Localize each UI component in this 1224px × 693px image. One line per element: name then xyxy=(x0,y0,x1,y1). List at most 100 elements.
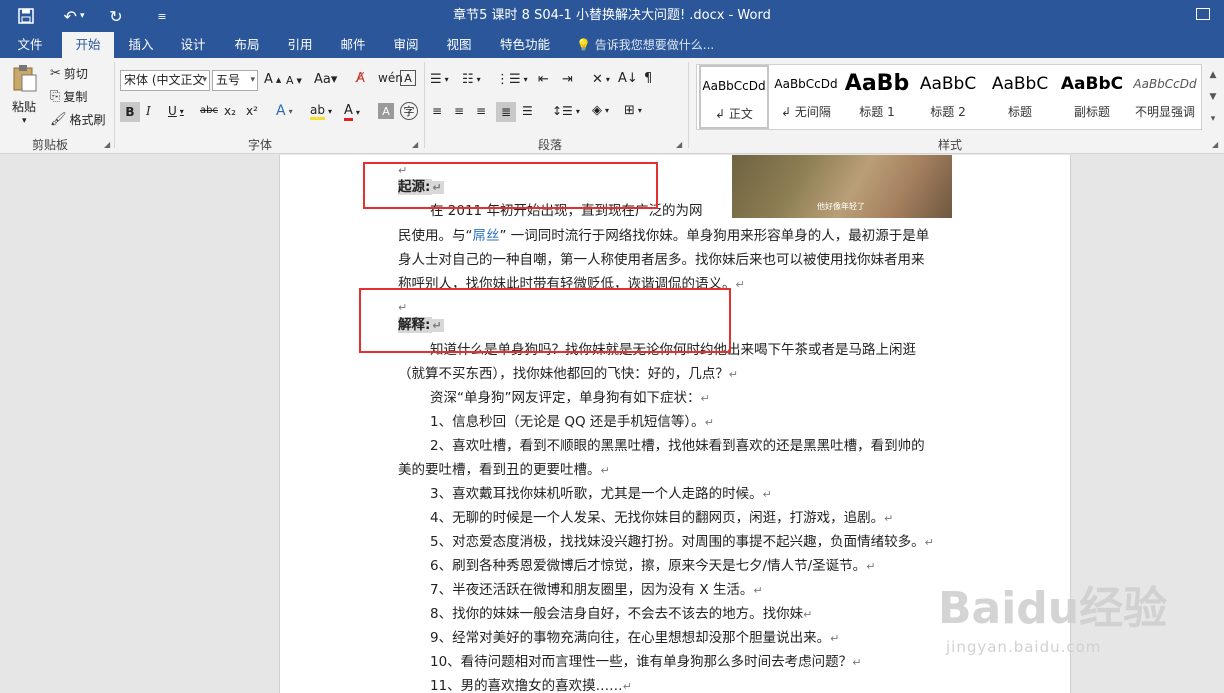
highlight-box-explain xyxy=(359,288,731,353)
decrease-indent-icon[interactable]: ⇤ xyxy=(538,72,549,87)
list-item: 11、男的喜欢撸女的喜欢摸……↵ xyxy=(430,678,632,693)
style-sample: AaBbCcDd xyxy=(1133,77,1197,91)
chevron-down-icon[interactable]: ▼ xyxy=(1206,86,1220,108)
title-bar: ↶ ▾ ↻ ≡ 章节5 课时 8 S04-1 小替换解决大问题! .docx - … xyxy=(0,0,1224,32)
align-left-icon[interactable]: ≡ xyxy=(432,104,442,118)
underline-icon[interactable]: U ▾ xyxy=(168,104,184,118)
paste-dropdown-icon[interactable]: ▾ xyxy=(22,116,27,126)
copy-icon: ⎘ xyxy=(50,89,61,104)
more-styles-icon[interactable]: ▾ xyxy=(1206,108,1220,130)
font-name-combo[interactable]: 宋体 (中文正文 ▾ xyxy=(120,70,210,91)
tab-insert[interactable]: 插入 xyxy=(118,32,164,58)
strikethrough-icon[interactable]: abc xyxy=(200,105,218,116)
show-marks-icon[interactable]: ¶ xyxy=(644,71,652,86)
italic-icon[interactable]: I xyxy=(146,104,151,118)
ribbon-tabs: 文件 开始 插入 设计 布局 引用 邮件 审阅 视图 特色功能 💡 告诉我您想要… xyxy=(0,32,1224,58)
font-size-value: 五号 xyxy=(216,73,241,87)
style-normal[interactable]: AaBbCcDd ↲ 正文 xyxy=(699,65,769,129)
tell-me-text: 告诉我您想要做什么... xyxy=(594,38,715,52)
character-shading-icon[interactable]: A xyxy=(378,103,394,119)
tell-me-box[interactable]: 💡 告诉我您想要做什么... xyxy=(576,32,714,58)
cut-button[interactable]: ✂ 剪切 xyxy=(50,65,88,82)
ribbon-display-options-icon[interactable] xyxy=(1196,8,1210,20)
text-highlight-icon[interactable]: ab ▾ xyxy=(310,103,332,120)
copy-button[interactable]: ⎘ 复制 xyxy=(50,88,87,105)
style-name: 标题 2 xyxy=(930,105,966,119)
paste-button[interactable]: 粘贴 xyxy=(12,98,36,115)
style-subtle-emphasis[interactable]: AaBbCcDd 不明显强调 xyxy=(1129,65,1201,129)
style-name: 标题 1 xyxy=(859,105,895,119)
grow-font-icon[interactable]: A ▲ xyxy=(264,72,281,87)
font-color-icon[interactable]: A ▾ xyxy=(344,103,360,121)
paragraph-launcher-icon[interactable]: ◢ xyxy=(676,140,682,149)
change-case-icon[interactable]: Aa▾ xyxy=(314,72,337,87)
tab-special-features[interactable]: 特色功能 xyxy=(494,32,556,58)
clipboard-launcher-icon[interactable]: ◢ xyxy=(104,140,110,149)
align-right-icon[interactable]: ≡ xyxy=(476,104,486,118)
tab-mailings[interactable]: 邮件 xyxy=(330,32,376,58)
list-item: 5、对恋爱态度消极，找找妹没兴趣打扮。对周围的事提不起兴趣，负面情绪较多。↵ xyxy=(430,534,934,550)
clear-formatting-icon[interactable]: A̸ xyxy=(356,71,365,86)
style-title[interactable]: AaBbC 标题 xyxy=(985,65,1055,129)
highlight-box-origin xyxy=(363,162,658,209)
tab-design[interactable]: 设计 xyxy=(170,32,216,58)
format-painter-icon: 🖌 xyxy=(50,112,67,127)
style-no-spacing[interactable]: AaBbCcDd ↲ 无间隔 xyxy=(771,65,841,129)
tab-file[interactable]: 文件 xyxy=(8,32,52,58)
multilevel-list-icon[interactable]: ⋮☰ ▾ xyxy=(496,72,528,87)
bullets-icon[interactable]: ☰ ▾ xyxy=(430,72,449,87)
style-name: 副标题 xyxy=(1073,105,1110,119)
tab-home[interactable]: 开始 xyxy=(62,32,114,58)
shading-icon[interactable]: ◈ ▾ xyxy=(592,103,609,118)
borders-icon[interactable]: ⊞ ▾ xyxy=(624,103,642,118)
styles-launcher-icon[interactable]: ◢ xyxy=(1212,140,1218,149)
subscript-icon[interactable]: x₂ xyxy=(224,104,236,118)
line-spacing-icon[interactable]: ↕☰ ▾ xyxy=(552,104,580,118)
sort-icon[interactable]: A↓ xyxy=(618,71,638,86)
chevron-up-icon[interactable]: ▲ xyxy=(1206,64,1220,86)
paste-label: 粘贴 xyxy=(12,100,37,114)
list-item: 2、喜欢吐槽，看到不顺眼的黑黑吐槽，找他妹看到喜欢的还是黑黑吐槽，看到帅的 xyxy=(430,438,925,454)
style-sample: AaBbC xyxy=(991,74,1049,94)
style-sample: AaBbC xyxy=(919,74,977,94)
paragraph-line: 身人士对自己的一种自嘲，第一人称使用者居多。找你妹后来也可以被使用找你妹者用来 xyxy=(398,252,925,268)
justify-icon[interactable]: ≣ xyxy=(496,102,516,122)
superscript-icon[interactable]: x² xyxy=(246,104,258,118)
tab-references[interactable]: 引用 xyxy=(277,32,323,58)
watermark-url: jingyan.baidu.com xyxy=(946,638,1102,656)
text-effects-icon[interactable]: A ▾ xyxy=(276,103,293,119)
shrink-font-icon[interactable]: A ▼ xyxy=(286,74,302,87)
distributed-icon[interactable]: ☰ xyxy=(522,104,533,118)
style-sample: AaBb xyxy=(844,71,910,96)
tab-view[interactable]: 视图 xyxy=(436,32,482,58)
paragraph-group-label: 段落 xyxy=(537,138,562,152)
style-sample: AaBbC xyxy=(1060,74,1124,94)
format-painter-button[interactable]: 🖌 格式刷 xyxy=(50,111,106,128)
list-item: 10、看待问题相对而言理性一些，谁有单身狗那么多时间去考虑问题？↵ xyxy=(430,654,862,670)
photo-caption: 他好像年轻了 xyxy=(817,202,865,211)
numbering-icon[interactable]: ☷ ▾ xyxy=(462,72,481,87)
style-name: 标题 xyxy=(1007,105,1032,119)
chinese-layout-icon[interactable]: ✕ ▾ xyxy=(592,72,610,87)
style-heading-1[interactable]: AaBb 标题 1 xyxy=(843,65,911,129)
baidu-watermark: Baidu经验 jingyan.baidu.com xyxy=(938,566,1167,666)
styles-scroll[interactable]: ▲ ▼ ▾ xyxy=(1206,64,1220,130)
lightbulb-icon: 💡 xyxy=(576,38,591,52)
format-painter-label: 格式刷 xyxy=(69,113,106,127)
font-size-combo[interactable]: 五号 ▾ xyxy=(212,70,258,91)
tab-review[interactable]: 审阅 xyxy=(383,32,429,58)
font-launcher-icon[interactable]: ◢ xyxy=(412,140,418,149)
embedded-photo[interactable]: 他好像年轻了 xyxy=(732,155,952,218)
style-subtitle[interactable]: AaBbC 副标题 xyxy=(1057,65,1127,129)
bold-icon[interactable]: B xyxy=(120,102,140,122)
tab-layout[interactable]: 布局 xyxy=(224,32,270,58)
enclose-character-icon[interactable]: A xyxy=(400,70,416,86)
style-heading-2[interactable]: AaBbC 标题 2 xyxy=(913,65,983,129)
align-center-icon[interactable]: ≡ xyxy=(454,104,464,118)
hyperlink[interactable]: 屌丝 xyxy=(473,228,500,244)
list-item: 4、无聊的时候是一个人发呆、无找你妹目的翻网页，闲逛，打游戏，追剧。↵ xyxy=(430,510,894,526)
enclosed-character-icon[interactable]: 字 xyxy=(400,102,418,120)
paste-icon[interactable] xyxy=(10,64,42,94)
increase-indent-icon[interactable]: ⇥ xyxy=(562,72,573,87)
divider xyxy=(114,62,115,148)
